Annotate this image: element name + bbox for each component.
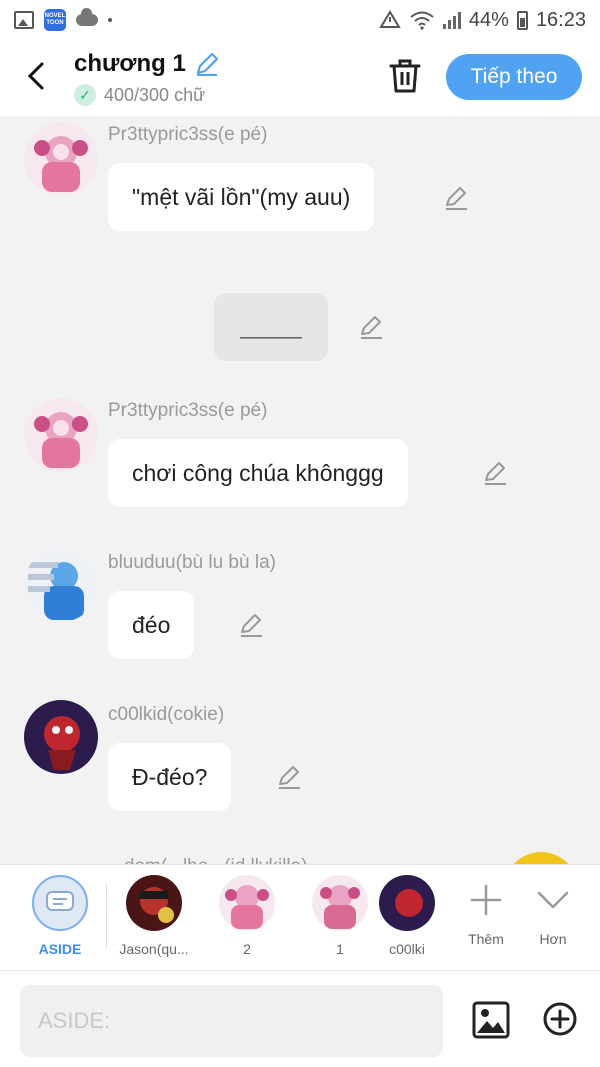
avatar[interactable] [24, 700, 98, 774]
word-count: 400/300 chữ [104, 84, 206, 105]
character-c00lkid[interactable]: c00lki [378, 875, 436, 957]
message-input[interactable] [20, 985, 443, 1057]
character-avatar [219, 875, 275, 931]
sender-name: bluuduu(bù lu bù la) [108, 552, 276, 573]
more-label: Thêm [468, 931, 504, 947]
edit-message-icon[interactable] [358, 314, 384, 340]
clock: 16:23 [535, 8, 586, 31]
message-list[interactable]: Pr3ttypric3ss(e pé) "mệt vãi lồn"(my auu… [0, 116, 600, 864]
battery-percent: 44% [468, 8, 509, 31]
chapter-title: chương 1 [74, 50, 186, 77]
edit-message-icon[interactable] [482, 460, 508, 486]
sender-name: Pr3ttypric3ss(e pé) [108, 124, 268, 145]
back-button[interactable] [20, 60, 52, 92]
aside-avatar [32, 875, 88, 931]
character-selector: ASIDE Jason(qu... 2 1 c00lki Thêm Hơn [0, 864, 600, 970]
signal-icon [442, 11, 461, 29]
character-label: Jason(qu... [119, 941, 189, 957]
edit-message-icon[interactable] [238, 612, 264, 638]
image-icon[interactable] [472, 1001, 510, 1039]
speech-bubble-icon [46, 891, 74, 911]
character-label: 1 [336, 941, 344, 957]
aside-bubble[interactable]: _____ [214, 293, 328, 361]
status-bar: NOVEL TOON 44% 16:23 [0, 0, 600, 40]
delete-icon[interactable] [388, 58, 422, 94]
more-button[interactable]: Thêm [456, 877, 516, 947]
message-bubble[interactable]: Đ-đéo? [108, 743, 232, 811]
avatar[interactable] [24, 398, 98, 472]
character-2[interactable]: 2 [209, 875, 285, 957]
message-bubble[interactable]: "mệt vãi lồn"(my auu) [108, 163, 375, 231]
plus-icon [470, 884, 502, 916]
editor-header: chương 1 ✓ 400/300 chữ Tiếp theo [0, 40, 600, 116]
character-1[interactable]: 1 [302, 875, 378, 957]
avatar[interactable] [24, 122, 98, 196]
sender-name: c00lkid(cokie) [108, 704, 225, 725]
sender-name-partial: ...dom(...lhe...(id llykilla) [108, 856, 308, 864]
edit-message-icon[interactable] [443, 185, 469, 211]
chevron-down-icon [537, 891, 569, 909]
avatar[interactable] [24, 548, 98, 622]
add-circle-icon[interactable] [542, 1001, 578, 1037]
wifi-icon [410, 11, 434, 30]
more-notifications-icon [108, 18, 112, 22]
character-label: ASIDE [38, 941, 82, 957]
composer [0, 970, 600, 1067]
message-bubble[interactable]: đéo [108, 591, 195, 659]
divider [106, 883, 107, 949]
character-label: c00lki [389, 941, 425, 957]
novel-toon-app-icon: NOVEL TOON [44, 9, 66, 31]
sender-name: Pr3ttypric3ss(e pé) [108, 400, 268, 421]
edit-title-icon[interactable] [194, 51, 220, 77]
less-label: Hơn [539, 931, 567, 947]
check-icon: ✓ [74, 84, 96, 106]
battery-icon [516, 10, 528, 30]
character-jason[interactable]: Jason(qu... [116, 875, 192, 957]
character-avatar [379, 875, 435, 931]
next-button[interactable]: Tiếp theo [446, 54, 582, 100]
collapse-button[interactable]: Hơn [523, 877, 583, 947]
character-aside[interactable]: ASIDE [22, 875, 98, 957]
message-bubble[interactable]: chơi công chúa khônggg [108, 439, 408, 507]
avatar[interactable] [504, 852, 578, 864]
character-label: 2 [243, 941, 251, 957]
chevron-left-icon [27, 62, 44, 90]
gallery-notification-icon [14, 11, 34, 29]
character-avatar [126, 875, 182, 931]
character-avatar [312, 875, 368, 931]
data-saver-icon [379, 10, 401, 28]
cloud-icon [76, 8, 98, 26]
edit-message-icon[interactable] [276, 764, 302, 790]
